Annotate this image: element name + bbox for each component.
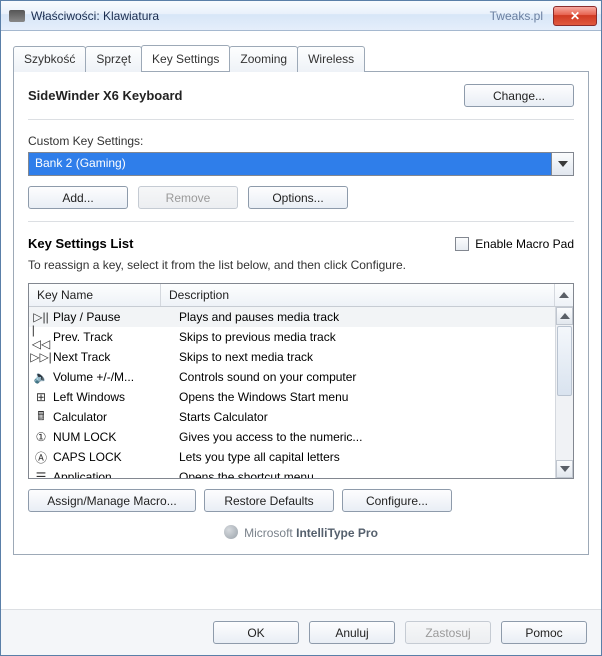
key-list: Key Name Description ▷||Play / PausePlay… — [28, 283, 574, 479]
tab-sprzet[interactable]: Sprzęt — [85, 46, 142, 72]
tab-page: SideWinder X6 Keyboard Change... Custom … — [13, 71, 589, 555]
application-icon: ☰ — [33, 469, 49, 478]
list-item[interactable]: ① NUM LOCKGives you access to the numeric… — [29, 427, 555, 447]
numlock-icon: ① — [33, 429, 49, 445]
list-item-desc: Plays and pauses media track — [177, 310, 551, 324]
brand-footer: Microsoft IntelliType Pro — [28, 524, 574, 540]
list-item[interactable]: ▷▷| Next TrackSkips to next media track — [29, 347, 555, 367]
list-item-name: Calculator — [53, 410, 177, 424]
scroll-up-button[interactable] — [556, 307, 573, 325]
separator-2 — [28, 221, 574, 222]
configure-button[interactable]: Configure... — [342, 489, 452, 512]
apply-button: Zastosuj — [405, 621, 491, 644]
separator — [28, 119, 574, 120]
tab-key-settings[interactable]: Key Settings — [141, 45, 230, 71]
list-item-desc: Opens the shortcut menu — [177, 470, 551, 478]
next-track-icon: ▷▷| — [33, 349, 49, 365]
combo-value: Bank 2 (Gaming) — [29, 153, 551, 175]
ok-button[interactable]: OK — [213, 621, 299, 644]
chevron-down-icon — [558, 161, 568, 167]
capslock-icon: Ⓐ — [33, 449, 49, 465]
properties-window: Właściwości: Klawiatura Tweaks.pl ✕ Szyb… — [0, 0, 602, 656]
keyboard-icon — [9, 10, 25, 22]
close-icon: ✕ — [570, 9, 580, 23]
options-button[interactable]: Options... — [248, 186, 348, 209]
list-item-desc: Controls sound on your computer — [177, 370, 551, 384]
combo-dropdown-button[interactable] — [551, 153, 573, 175]
dialog-button-bar: OK Anuluj Zastosuj Pomoc — [1, 609, 601, 655]
list-item-name: NUM LOCK — [53, 430, 177, 444]
col-description[interactable]: Description — [161, 284, 555, 306]
list-item[interactable]: ☰ ApplicationOpens the shortcut menu — [29, 467, 555, 478]
brand-prefix: Microsoft — [244, 526, 296, 540]
watermark-text: Tweaks.pl — [490, 9, 543, 23]
prev-track-icon: |◁◁ — [33, 329, 49, 345]
window-title: Właściwości: Klawiatura — [31, 9, 159, 23]
list-item-name: Application — [53, 470, 177, 478]
tab-wireless[interactable]: Wireless — [297, 46, 365, 72]
tab-zooming[interactable]: Zooming — [229, 46, 298, 72]
list-item-desc: Skips to next media track — [177, 350, 551, 364]
checkbox-box — [455, 237, 469, 251]
chevron-up-icon — [559, 292, 569, 298]
list-item-desc: Opens the Windows Start menu — [177, 390, 551, 404]
list-item-desc: Starts Calculator — [177, 410, 551, 424]
close-button[interactable]: ✕ — [553, 6, 597, 26]
chevron-down-icon — [560, 466, 570, 472]
keyboard-name: SideWinder X6 Keyboard — [28, 88, 182, 103]
tabstrip: Szybkość Sprzęt Key Settings Zooming Wir… — [13, 45, 589, 71]
calculator-icon: 🖩 — [33, 409, 49, 425]
help-button[interactable]: Pomoc — [501, 621, 587, 644]
custom-key-settings-combo[interactable]: Bank 2 (Gaming) — [28, 152, 574, 176]
cancel-button[interactable]: Anuluj — [309, 621, 395, 644]
chevron-up-icon — [560, 313, 570, 319]
assign-manage-macro-button[interactable]: Assign/Manage Macro... — [28, 489, 196, 512]
list-item[interactable]: 🖩 CalculatorStarts Calculator — [29, 407, 555, 427]
col-key-name[interactable]: Key Name — [29, 284, 161, 306]
list-item-name: Next Track — [53, 350, 177, 364]
list-item-desc: Skips to previous media track — [177, 330, 551, 344]
instructions-text: To reassign a key, select it from the li… — [28, 257, 574, 273]
titlebar: Właściwości: Klawiatura Tweaks.pl ✕ — [1, 1, 601, 31]
brand-strong: IntelliType Pro — [296, 526, 378, 540]
volume-icon: 🔈 — [33, 369, 49, 385]
key-settings-list-title: Key Settings List — [28, 236, 133, 251]
tab-szybkosc[interactable]: Szybkość — [13, 46, 86, 72]
list-item-name: Left Windows — [53, 390, 177, 404]
list-item-name: CAPS LOCK — [53, 450, 177, 464]
list-item-name: Play / Pause — [53, 310, 177, 324]
restore-defaults-button[interactable]: Restore Defaults — [204, 489, 334, 512]
remove-button: Remove — [138, 186, 238, 209]
enable-macro-pad-label: Enable Macro Pad — [475, 237, 574, 251]
scroll-down-button[interactable] — [556, 460, 573, 478]
list-item[interactable]: |◁◁ Prev. TrackSkips to previous media tr… — [29, 327, 555, 347]
header-scroll-spacer — [555, 284, 573, 306]
change-button[interactable]: Change... — [464, 84, 574, 107]
brand-logo-icon — [224, 525, 238, 539]
list-item-desc: Gives you access to the numeric... — [177, 430, 551, 444]
list-header: Key Name Description — [29, 284, 573, 307]
list-item-name: Prev. Track — [53, 330, 177, 344]
list-item-name: Volume +/-/M... — [53, 370, 177, 384]
list-item[interactable]: ▷||Play / PausePlays and pauses media tr… — [29, 307, 555, 327]
list-item[interactable]: 🔈 Volume +/-/M...Controls sound on your c… — [29, 367, 555, 387]
enable-macro-pad-checkbox[interactable]: Enable Macro Pad — [455, 237, 574, 251]
content-area: Szybkość Sprzęt Key Settings Zooming Wir… — [1, 31, 601, 565]
list-body: ▷||Play / PausePlays and pauses media tr… — [29, 307, 573, 478]
windows-icon: ⊞ — [33, 389, 49, 405]
scroll-thumb[interactable] — [557, 326, 572, 396]
list-item[interactable]: ⊞ Left WindowsOpens the Windows Start men… — [29, 387, 555, 407]
list-item[interactable]: Ⓐ CAPS LOCKLets you type all capital lett… — [29, 447, 555, 467]
add-button[interactable]: Add... — [28, 186, 128, 209]
list-item-desc: Lets you type all capital letters — [177, 450, 551, 464]
custom-key-settings-label: Custom Key Settings: — [28, 134, 574, 148]
vertical-scrollbar[interactable] — [555, 307, 573, 478]
